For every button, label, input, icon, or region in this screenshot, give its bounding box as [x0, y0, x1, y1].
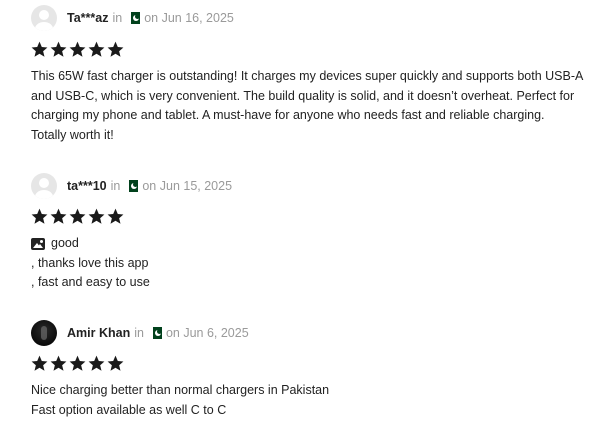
- star-icon: [69, 41, 86, 57]
- avatar: [31, 173, 57, 199]
- star-icon: [31, 208, 48, 224]
- review-text-line: good: [31, 234, 587, 254]
- star-icon: [31, 355, 48, 371]
- review-text-line: Fast option available as well C to C: [31, 402, 227, 417]
- star-rating: [30, 206, 125, 226]
- star-icon: [107, 208, 124, 224]
- review-author: Amir Khan: [67, 326, 131, 340]
- review-body: Nice charging better than normal charger…: [31, 381, 587, 420]
- review-in-label: in: [110, 179, 121, 193]
- review-text-line: This 65W fast charger is outstanding! It…: [31, 69, 584, 83]
- pakistan-flag-icon: [149, 327, 162, 339]
- image-icon[interactable]: [31, 237, 45, 250]
- review-author: ta***10: [67, 179, 107, 193]
- star-icon: [50, 355, 67, 371]
- review-header: Amir Khan in on Jun 6, 2025: [31, 318, 249, 348]
- review-date: on Jun 16, 2025: [144, 11, 234, 25]
- review-body: good , thanks love this app , fast and e…: [31, 234, 587, 293]
- review-header: Ta***az in on Jun 16, 2025: [31, 3, 234, 33]
- review-text-line: , fast and easy to use: [31, 275, 150, 289]
- star-icon: [88, 355, 105, 371]
- star-icon: [69, 355, 86, 371]
- review-author: Ta***az: [67, 11, 109, 25]
- review-text-line: charging my phone and tablet. A must-hav…: [31, 108, 545, 122]
- star-icon: [50, 208, 67, 224]
- review-date: on Jun 6, 2025: [165, 326, 249, 340]
- star-icon: [31, 41, 48, 57]
- star-icon: [50, 41, 67, 57]
- star-icon: [107, 355, 124, 371]
- star-icon: [88, 208, 105, 224]
- review-in-label: in: [112, 11, 123, 25]
- star-rating: [30, 39, 125, 59]
- star-icon: [88, 41, 105, 57]
- review-text-line: Totally worth it!: [31, 127, 114, 142]
- star-rating: [30, 353, 125, 373]
- review-text-line: and USB-C, which is very convenient. The…: [31, 88, 575, 103]
- star-icon: [69, 208, 86, 224]
- avatar: [31, 5, 57, 31]
- review-date: on Jun 15, 2025: [142, 179, 233, 193]
- review-header: ta***10 in on Jun 15, 2025: [31, 171, 232, 201]
- star-icon: [107, 41, 124, 57]
- review-body: This 65W fast charger is outstanding! It…: [31, 67, 587, 145]
- review-text: good: [51, 236, 79, 250]
- avatar: [31, 320, 57, 346]
- review-text-line: , thanks love this app: [31, 255, 149, 270]
- pakistan-flag-icon: [128, 12, 141, 24]
- review-in-label: in: [134, 326, 144, 340]
- review-text-line: Nice charging better than normal charger…: [31, 383, 330, 397]
- pakistan-flag-icon: [126, 180, 139, 192]
